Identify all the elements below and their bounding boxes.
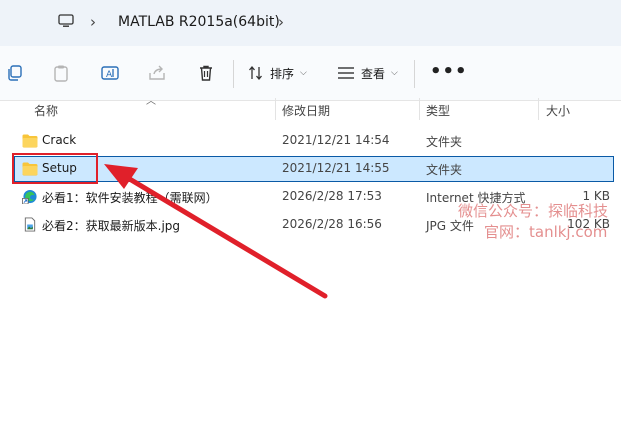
this-pc-icon[interactable] (58, 14, 74, 28)
file-name: 必看1：软件安装教程（需联网） (42, 191, 218, 205)
sort-label: 排序 (270, 66, 295, 81)
breadcrumb-current-folder[interactable]: MATLAB R2015a(64bit) (118, 13, 280, 31)
view-list-icon (338, 67, 354, 79)
column-divider[interactable] (419, 98, 420, 120)
view-button[interactable]: 查看 ⌵ (337, 62, 398, 84)
breadcrumb-chevron-icon[interactable]: › (278, 13, 284, 31)
file-name: 必看2：获取最新版本.jpg (42, 219, 181, 233)
more-options-button[interactable]: ••• (430, 63, 468, 81)
column-divider[interactable] (538, 98, 539, 120)
copy-icon[interactable] (6, 64, 24, 82)
column-header-type[interactable]: 类型 (426, 102, 450, 119)
annotation-highlight-box (12, 153, 98, 184)
view-label: 查看 (361, 66, 386, 81)
watermark-wechat: 微信公众号：探临科技 (458, 202, 609, 220)
file-type: 文件夹 (426, 163, 463, 177)
rename-icon[interactable]: A (101, 64, 119, 82)
toolbar-divider (414, 60, 415, 88)
file-row-setup[interactable]: Setup 2021/12/21 14:55 文件夹 (14, 156, 614, 182)
watermark-website: 官网：tanlkj.com (484, 223, 608, 241)
file-date: 2026/2/28 16:56 (282, 217, 382, 231)
column-header-date[interactable]: 修改日期 (282, 102, 330, 119)
file-name: Crack (42, 133, 77, 147)
file-row-crack[interactable]: Crack 2021/12/21 14:54 文件夹 (14, 128, 614, 154)
file-date: 2026/2/28 17:53 (282, 189, 382, 203)
file-type: 文件夹 (426, 135, 463, 149)
column-divider[interactable] (275, 98, 276, 120)
command-bar: A 排序 ⌵ 查看 ⌵ ••• (0, 46, 621, 101)
chevron-down-icon: ⌵ (391, 68, 398, 78)
chevron-down-icon: ⌵ (300, 68, 307, 78)
column-header-row: ︿ 名称 修改日期 类型 大小 (0, 96, 621, 122)
column-header-name[interactable]: 名称 (34, 102, 58, 119)
column-header-size[interactable]: 大小 (546, 102, 570, 119)
paste-icon[interactable] (52, 64, 70, 82)
share-icon[interactable] (148, 64, 166, 82)
folder-icon (22, 134, 38, 148)
toolbar-divider (233, 60, 234, 88)
file-date: 2021/12/21 14:55 (282, 161, 390, 175)
address-bar[interactable]: › MATLAB R2015a(64bit) › (0, 0, 621, 46)
sort-button[interactable]: 排序 ⌵ (248, 62, 307, 84)
delete-icon[interactable] (197, 64, 215, 82)
svg-text:A: A (106, 70, 113, 80)
sort-icon (249, 65, 262, 81)
breadcrumb-chevron-icon[interactable]: › (90, 13, 96, 31)
file-date: 2021/12/21 14:54 (282, 133, 390, 147)
edge-shortcut-icon (22, 189, 37, 204)
image-file-icon (24, 217, 36, 232)
sort-ascending-icon: ︿ (146, 96, 156, 107)
